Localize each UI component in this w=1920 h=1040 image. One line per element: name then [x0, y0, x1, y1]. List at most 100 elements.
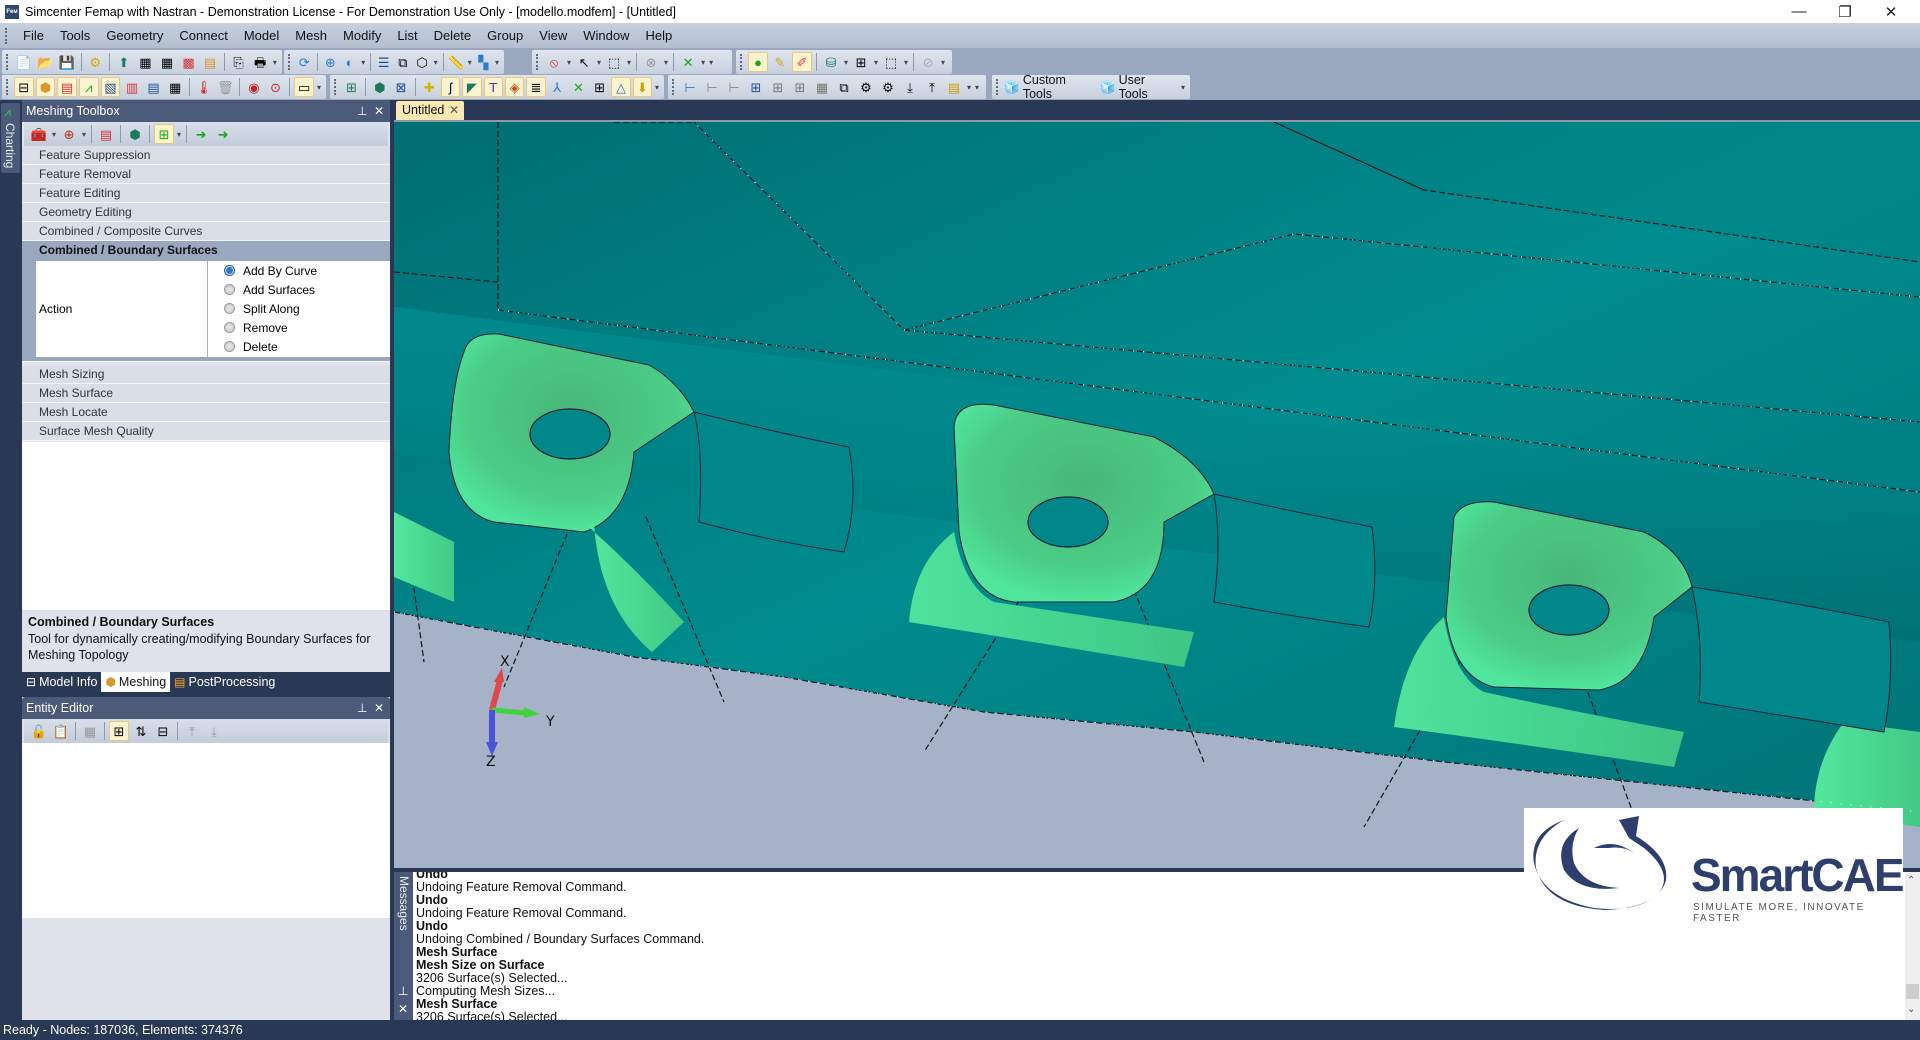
- toolbar-overflow-icon[interactable]: ▾: [495, 58, 499, 67]
- curve-icon[interactable]: ʃ: [440, 77, 461, 97]
- tab-postprocessing[interactable]: ▤ PostProcessing: [170, 672, 279, 692]
- view-multi-icon[interactable]: ▦: [812, 77, 832, 97]
- graphics-viewport[interactable]: [394, 120, 1920, 868]
- document-tab-untitled[interactable]: Untitled ✕: [396, 101, 464, 120]
- document-icon[interactable]: ▤: [944, 77, 964, 97]
- grip-handle[interactable]: [996, 79, 1000, 95]
- menu-connect[interactable]: Connect: [171, 23, 235, 48]
- mesh-check-icon[interactable]: ⊠: [391, 77, 410, 97]
- constraint-icon[interactable]: △: [611, 77, 631, 97]
- section-feature-removal[interactable]: Feature Removal: [22, 165, 390, 184]
- mesh-grid-icon[interactable]: ⊞: [154, 124, 175, 144]
- menu-help[interactable]: Help: [637, 23, 680, 48]
- dropdown-icon[interactable]: ▾: [361, 58, 365, 67]
- disabled-icon[interactable]: ⊘: [918, 52, 938, 72]
- scroll-down-icon[interactable]: ⌄: [1907, 1004, 1915, 1015]
- radio-split-along[interactable]: Split Along: [224, 299, 300, 318]
- dashed-display-icon[interactable]: ⬚: [881, 52, 901, 72]
- toolbar-overflow-icon[interactable]: ▾: [709, 58, 713, 67]
- gears-icon[interactable]: ⚙: [86, 52, 106, 72]
- view-single-icon[interactable]: ⊞: [746, 77, 766, 97]
- radio-selected-icon[interactable]: [224, 265, 235, 276]
- show-points-icon[interactable]: ●: [748, 52, 768, 72]
- dropdown-icon[interactable]: ▾: [664, 58, 668, 67]
- grip-handle[interactable]: [5, 27, 9, 44]
- section-surface-mesh-quality[interactable]: Surface Mesh Quality: [22, 422, 390, 441]
- scroll-thumb[interactable]: [1906, 984, 1919, 999]
- user-tools-button[interactable]: User Tools: [1119, 73, 1173, 101]
- grip-handle[interactable]: [536, 54, 540, 70]
- ruler-icon[interactable]: 📏: [448, 52, 465, 72]
- beam-icon[interactable]: ⊢: [680, 77, 700, 97]
- close-icon[interactable]: ✕: [374, 100, 384, 122]
- user-tools-icon[interactable]: 🧊: [1100, 77, 1116, 97]
- element-grid-icon[interactable]: ⊞: [590, 77, 609, 97]
- export-grid-icon[interactable]: ▦: [157, 52, 177, 72]
- layers-icon[interactable]: ◉: [244, 77, 264, 97]
- restore-button[interactable]: ❐: [1822, 0, 1868, 23]
- dropdown-icon[interactable]: ▾: [52, 130, 56, 139]
- grip-handle[interactable]: [6, 79, 10, 95]
- dropdown-icon[interactable]: ▾: [468, 58, 472, 67]
- menu-modify[interactable]: Modify: [335, 23, 389, 48]
- toolbar-overflow-icon[interactable]: ▾: [273, 58, 277, 67]
- calc-icon[interactable]: ▦: [80, 721, 100, 741]
- load-icon[interactable]: ◈: [504, 77, 525, 97]
- messages-scrollbar[interactable]: ⌃ ⌄: [1905, 872, 1920, 1020]
- categorized-icon[interactable]: ⊞: [109, 721, 129, 741]
- toolbar-overflow-icon[interactable]: ▾: [975, 83, 979, 92]
- contour-icon[interactable]: ▚: [475, 52, 492, 72]
- section-geometry-editing[interactable]: Geometry Editing: [22, 203, 390, 222]
- radio-icon[interactable]: [224, 284, 235, 295]
- dropdown-icon[interactable]: ▾: [82, 130, 86, 139]
- select-arrow-icon[interactable]: ➜: [191, 124, 211, 144]
- paste-icon[interactable]: 📋: [51, 721, 71, 741]
- radio-add-surfaces[interactable]: Add Surfaces: [224, 280, 315, 299]
- spring-icon[interactable]: ≣: [526, 77, 546, 97]
- menu-window[interactable]: Window: [575, 23, 637, 48]
- clear-select-icon[interactable]: ⊗: [641, 52, 661, 72]
- point-icon[interactable]: ✚: [420, 77, 439, 97]
- rotate-view-icon[interactable]: ⟳: [296, 52, 313, 72]
- grip-handle[interactable]: [6, 54, 10, 70]
- radio-icon[interactable]: [224, 341, 235, 352]
- grid-display-icon[interactable]: ⊞: [851, 52, 871, 72]
- dropdown-icon[interactable]: ▾: [701, 58, 705, 67]
- close-icon[interactable]: ✕: [398, 1002, 408, 1016]
- charting-tab[interactable]: ⩘ Charting: [1, 103, 20, 173]
- open-folder-icon[interactable]: 📂: [36, 52, 56, 72]
- copy-picture-icon[interactable]: ⎘: [229, 52, 249, 72]
- custom-tools-button[interactable]: Custom Tools: [1023, 73, 1093, 101]
- dropdown-icon[interactable]: ▾: [967, 83, 971, 92]
- menu-geometry[interactable]: Geometry: [98, 23, 171, 48]
- charting-icon[interactable]: ⩘: [78, 77, 99, 97]
- export-icon[interactable]: ⤒: [182, 721, 202, 741]
- section-feature-suppression[interactable]: Feature Suppression: [22, 146, 390, 165]
- box-select-icon[interactable]: ⬚: [604, 52, 624, 72]
- messages-icon[interactable]: ▭: [294, 77, 315, 97]
- close-icon[interactable]: ✕: [374, 697, 384, 719]
- menu-mesh[interactable]: Mesh: [287, 23, 335, 48]
- menu-list[interactable]: List: [389, 23, 425, 48]
- surface-icon[interactable]: ◤: [462, 77, 482, 97]
- pin-icon[interactable]: ⊥: [357, 697, 367, 719]
- section-mesh-sizing[interactable]: Mesh Sizing: [22, 365, 390, 384]
- expand-collapse-icon[interactable]: ⊟: [153, 721, 173, 741]
- section-feature-editing[interactable]: Feature Editing: [22, 184, 390, 203]
- settings-out-icon[interactable]: ⚙: [878, 77, 898, 97]
- toolbar-overflow-icon[interactable]: ▾: [1181, 83, 1185, 92]
- minimize-button[interactable]: —: [1776, 0, 1822, 23]
- cascade-icon[interactable]: ⧉: [834, 77, 854, 97]
- save-icon[interactable]: 💾: [57, 52, 77, 72]
- dropdown-icon[interactable]: ▾: [177, 130, 181, 139]
- print-icon[interactable]: 🖶: [250, 52, 270, 72]
- select-list-icon[interactable]: ➜: [213, 124, 233, 144]
- lock-icon[interactable]: 🔓: [29, 721, 49, 741]
- record-icon[interactable]: ⊙: [266, 77, 286, 97]
- radio-remove[interactable]: Remove: [224, 318, 288, 337]
- dropdown-icon[interactable]: ▾: [434, 58, 438, 67]
- toolbox-add-icon[interactable]: ⊕: [59, 124, 79, 144]
- custom-tools-icon[interactable]: 🧊: [1004, 77, 1020, 97]
- data-surface-icon[interactable]: ▧: [100, 77, 121, 97]
- pick-pointer-icon[interactable]: ↖: [574, 52, 594, 72]
